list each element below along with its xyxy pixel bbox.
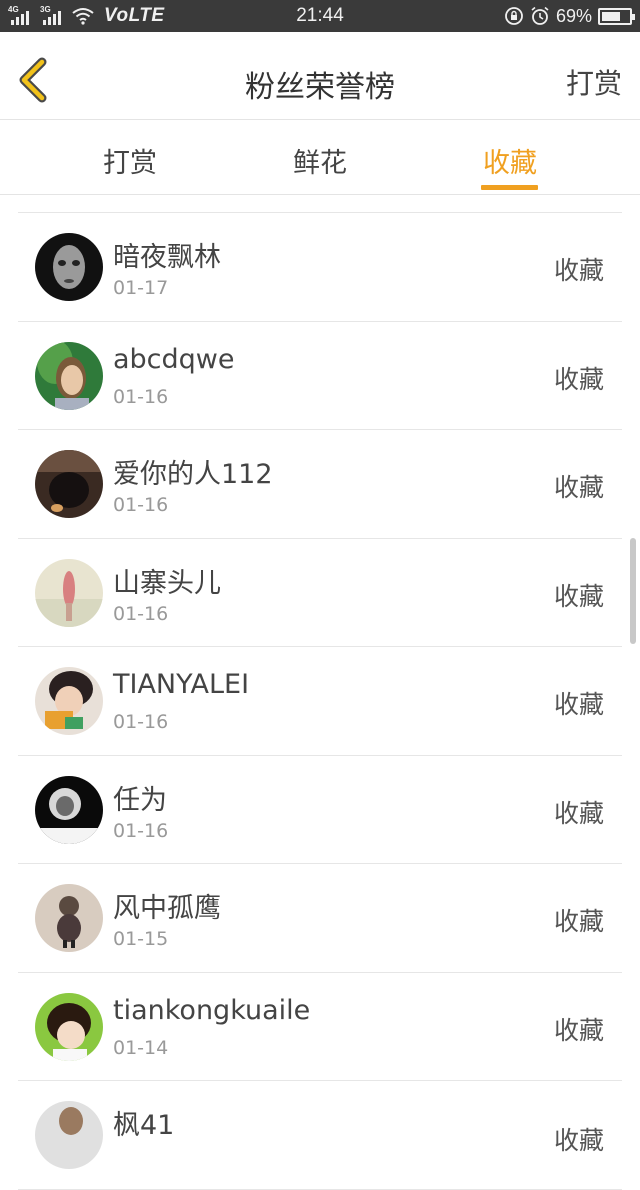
- user-name: 任为: [113, 784, 167, 816]
- list-item[interactable]: tiankongkuaile 01-14 收藏: [18, 973, 622, 1081]
- favorite-label: 收藏: [553, 256, 604, 285]
- scrollbar[interactable]: [630, 538, 636, 644]
- battery-percent: 69%: [555, 5, 592, 26]
- date-label: 01-17: [113, 277, 169, 299]
- user-name: 风中孤鹰: [113, 893, 221, 924]
- list-item[interactable]: 爱你的人112 01-16 收藏: [18, 430, 622, 539]
- list-item[interactable]: 任为 01-16 收藏: [18, 756, 622, 864]
- avatar: [35, 341, 103, 410]
- user-name: TIANYALEI: [113, 669, 250, 700]
- date-label: 01-14: [113, 1036, 169, 1059]
- user-name: tiankongkuaile: [113, 994, 311, 1026]
- alarm-icon: [531, 6, 549, 25]
- list-item[interactable]: TIANYALEI 01-16 收藏: [18, 647, 622, 756]
- lock-rotation-icon: [505, 7, 523, 25]
- user-name: 枫41: [113, 1110, 175, 1141]
- favorite-label: 收藏: [553, 1126, 604, 1155]
- active-tab-indicator: [481, 185, 538, 190]
- avatar: [35, 450, 103, 518]
- avatar: [35, 884, 103, 952]
- date-label: 01-15: [113, 928, 169, 950]
- tab-bar: 打赏 鲜花 收藏: [0, 121, 640, 195]
- favorite-label: 收藏: [553, 473, 604, 502]
- user-name: 爱你的人112: [113, 459, 273, 490]
- date-label: 01-16: [113, 819, 169, 842]
- status-bar: 4G 3G VoLTE 21:44 69%: [0, 0, 640, 32]
- tab-reward[interactable]: 打赏: [50, 141, 210, 180]
- avatar: [35, 1101, 103, 1169]
- app-header: 粉丝荣誉榜 打赏: [0, 32, 640, 120]
- battery-icon: [598, 7, 635, 25]
- favorite-label: 收藏: [553, 907, 604, 936]
- fan-list: 暗夜飘林 01-17 收藏 abcdqwe 01-16 收藏 爱你的人112 0…: [18, 212, 622, 1190]
- reward-button[interactable]: 打赏: [566, 62, 622, 102]
- tab-favorites[interactable]: 收藏: [430, 141, 590, 180]
- user-name: 山寨头儿: [113, 567, 221, 599]
- favorite-label: 收藏: [553, 581, 604, 611]
- user-name: 暗夜飘林: [113, 242, 221, 273]
- date-label: 01-16: [113, 385, 169, 408]
- favorite-label: 收藏: [553, 364, 604, 394]
- page-title: 粉丝荣誉榜: [245, 70, 395, 105]
- tab-flowers[interactable]: 鲜花: [240, 141, 400, 180]
- avatar: [35, 558, 103, 627]
- list-item[interactable]: abcdqwe 01-16 收藏: [18, 322, 622, 430]
- list-item[interactable]: 山寨头儿 01-16 收藏: [18, 539, 622, 647]
- avatar: [35, 233, 103, 301]
- favorite-label: 收藏: [553, 1015, 604, 1045]
- user-name: abcdqwe: [113, 343, 235, 375]
- list-item[interactable]: 枫41 收藏: [18, 1081, 622, 1190]
- date-label: 01-16: [113, 494, 169, 516]
- date-label: 01-16: [113, 711, 169, 733]
- favorite-label: 收藏: [553, 798, 604, 828]
- avatar: [35, 775, 103, 844]
- list-item[interactable]: 暗夜飘林 01-17 收藏: [18, 213, 622, 322]
- list-item[interactable]: 风中孤鹰 01-15 收藏: [18, 864, 622, 973]
- favorite-label: 收藏: [553, 690, 604, 719]
- avatar: [35, 667, 103, 735]
- avatar: [35, 992, 103, 1061]
- date-label: 01-16: [113, 602, 169, 625]
